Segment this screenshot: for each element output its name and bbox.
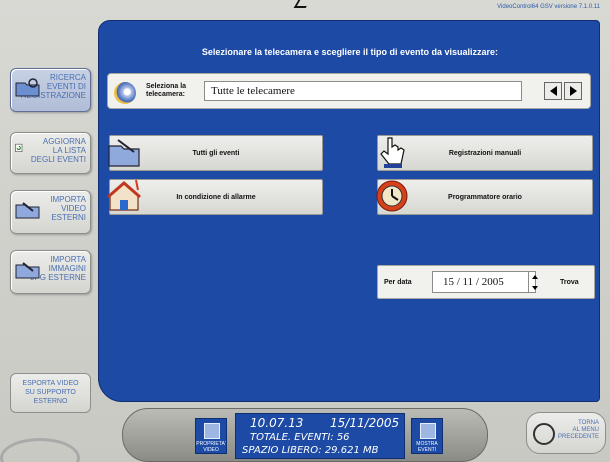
current-time: 10.07.13 <box>250 416 304 430</box>
video-properties-button[interactable]: PROPRIETA' VIDEO <box>195 418 227 454</box>
free-space: SPAZIO LIBERO: 29.621 MB <box>242 445 379 456</box>
back-arrow-icon <box>533 423 555 445</box>
event-search-panel: Selezionare la telecamera e scegliere il… <box>98 20 600 402</box>
refresh-icon <box>15 143 23 152</box>
manual-recordings-button[interactable]: Registrazioni manuali <box>377 135 593 171</box>
folder-video-icon <box>15 202 40 219</box>
prev-camera-button[interactable] <box>544 82 562 100</box>
hand-pointer-icon <box>380 137 405 168</box>
arrow-left-icon <box>549 86 557 96</box>
event-button-label: Programmatore orario <box>448 193 522 201</box>
camera-label: Seleziona la telecamera: <box>146 83 186 99</box>
status-display: 10.07.13 15/11/2005 TOTALE. EVENTI: 56 S… <box>235 413 405 459</box>
all-events-button[interactable]: Tutti gli eventi <box>108 135 323 171</box>
current-date: 15/11/2005 <box>330 416 400 430</box>
timer-schedule-button[interactable]: Programmatore orario <box>376 179 593 215</box>
version-label: VideoControl64 GSV versione 7.1.0.11 <box>497 4 600 10</box>
export-label-line: SU SUPPORTO <box>25 389 76 396</box>
total-events: TOTALE. EVENTI: 56 <box>250 432 350 443</box>
folder-search-icon <box>15 78 40 97</box>
properties-icon <box>204 423 220 439</box>
import-jpg-button[interactable]: IMPORTA IMMAGINI JPG ESTERNE <box>10 250 91 294</box>
button-label-line: EVENTI <box>417 447 437 453</box>
date-label: Per data <box>384 279 412 286</box>
top-marker <box>293 0 311 8</box>
export-label-line: ESTERNO <box>33 398 68 405</box>
button-label-line: VIDEO <box>203 447 219 453</box>
date-spinner[interactable] <box>528 271 540 293</box>
camera-label-line: telecamera: <box>146 91 185 98</box>
house-alarm-icon <box>107 179 141 211</box>
import-video-button[interactable]: IMPORTA VIDEO ESTERNI <box>10 190 91 234</box>
export-video-button[interactable]: ESPORTA VIDEO SU SUPPORTO ESTERNO <box>10 373 91 413</box>
clock-icon <box>376 180 408 212</box>
event-button-label: Tutti gli eventi <box>192 149 240 157</box>
event-button-label: In condizione di allarme <box>176 193 256 201</box>
find-button[interactable]: Trova <box>560 279 579 286</box>
spin-down-icon <box>531 285 538 290</box>
refresh-events-button[interactable]: AGGIORNA LA LISTA DEGLI EVENTI <box>10 132 91 174</box>
camera-label-line: Seleziona la <box>146 83 187 90</box>
folder-icon <box>108 139 140 167</box>
next-camera-button[interactable] <box>564 82 582 100</box>
events-icon <box>420 423 436 439</box>
camera-selector: Seleziona la telecamera: Tutte le teleca… <box>107 73 591 109</box>
date-input[interactable]: 15 / 11 / 2005 <box>432 271 536 293</box>
logo-ring <box>0 438 80 462</box>
panel-title: Selezionare la telecamera e scegliere il… <box>201 47 499 57</box>
arrow-right-icon <box>569 86 577 96</box>
status-bar: PROPRIETA' VIDEO 10.07.13 15/11/2005 TOT… <box>122 408 488 462</box>
alarm-events-button[interactable]: In condizione di allarme <box>107 179 323 215</box>
camera-icon <box>114 82 136 104</box>
show-events-button[interactable]: MOSTRA EVENTI <box>411 418 443 454</box>
export-label-line: ESPORTA VIDEO <box>22 380 79 387</box>
search-events-button[interactable]: RICERCA EVENTI DI REGISTRAZIONE <box>10 68 91 112</box>
spin-up-icon <box>531 274 538 279</box>
event-button-label: Registrazioni manuali <box>448 149 522 157</box>
camera-select[interactable]: Tutte le telecamere <box>204 81 522 101</box>
folder-image-icon <box>15 262 40 279</box>
back-to-menu-button[interactable]: TORNA AL MENU PRECEDENTE <box>526 412 606 454</box>
date-filter: Per data 15 / 11 / 2005 Trova <box>377 265 595 299</box>
